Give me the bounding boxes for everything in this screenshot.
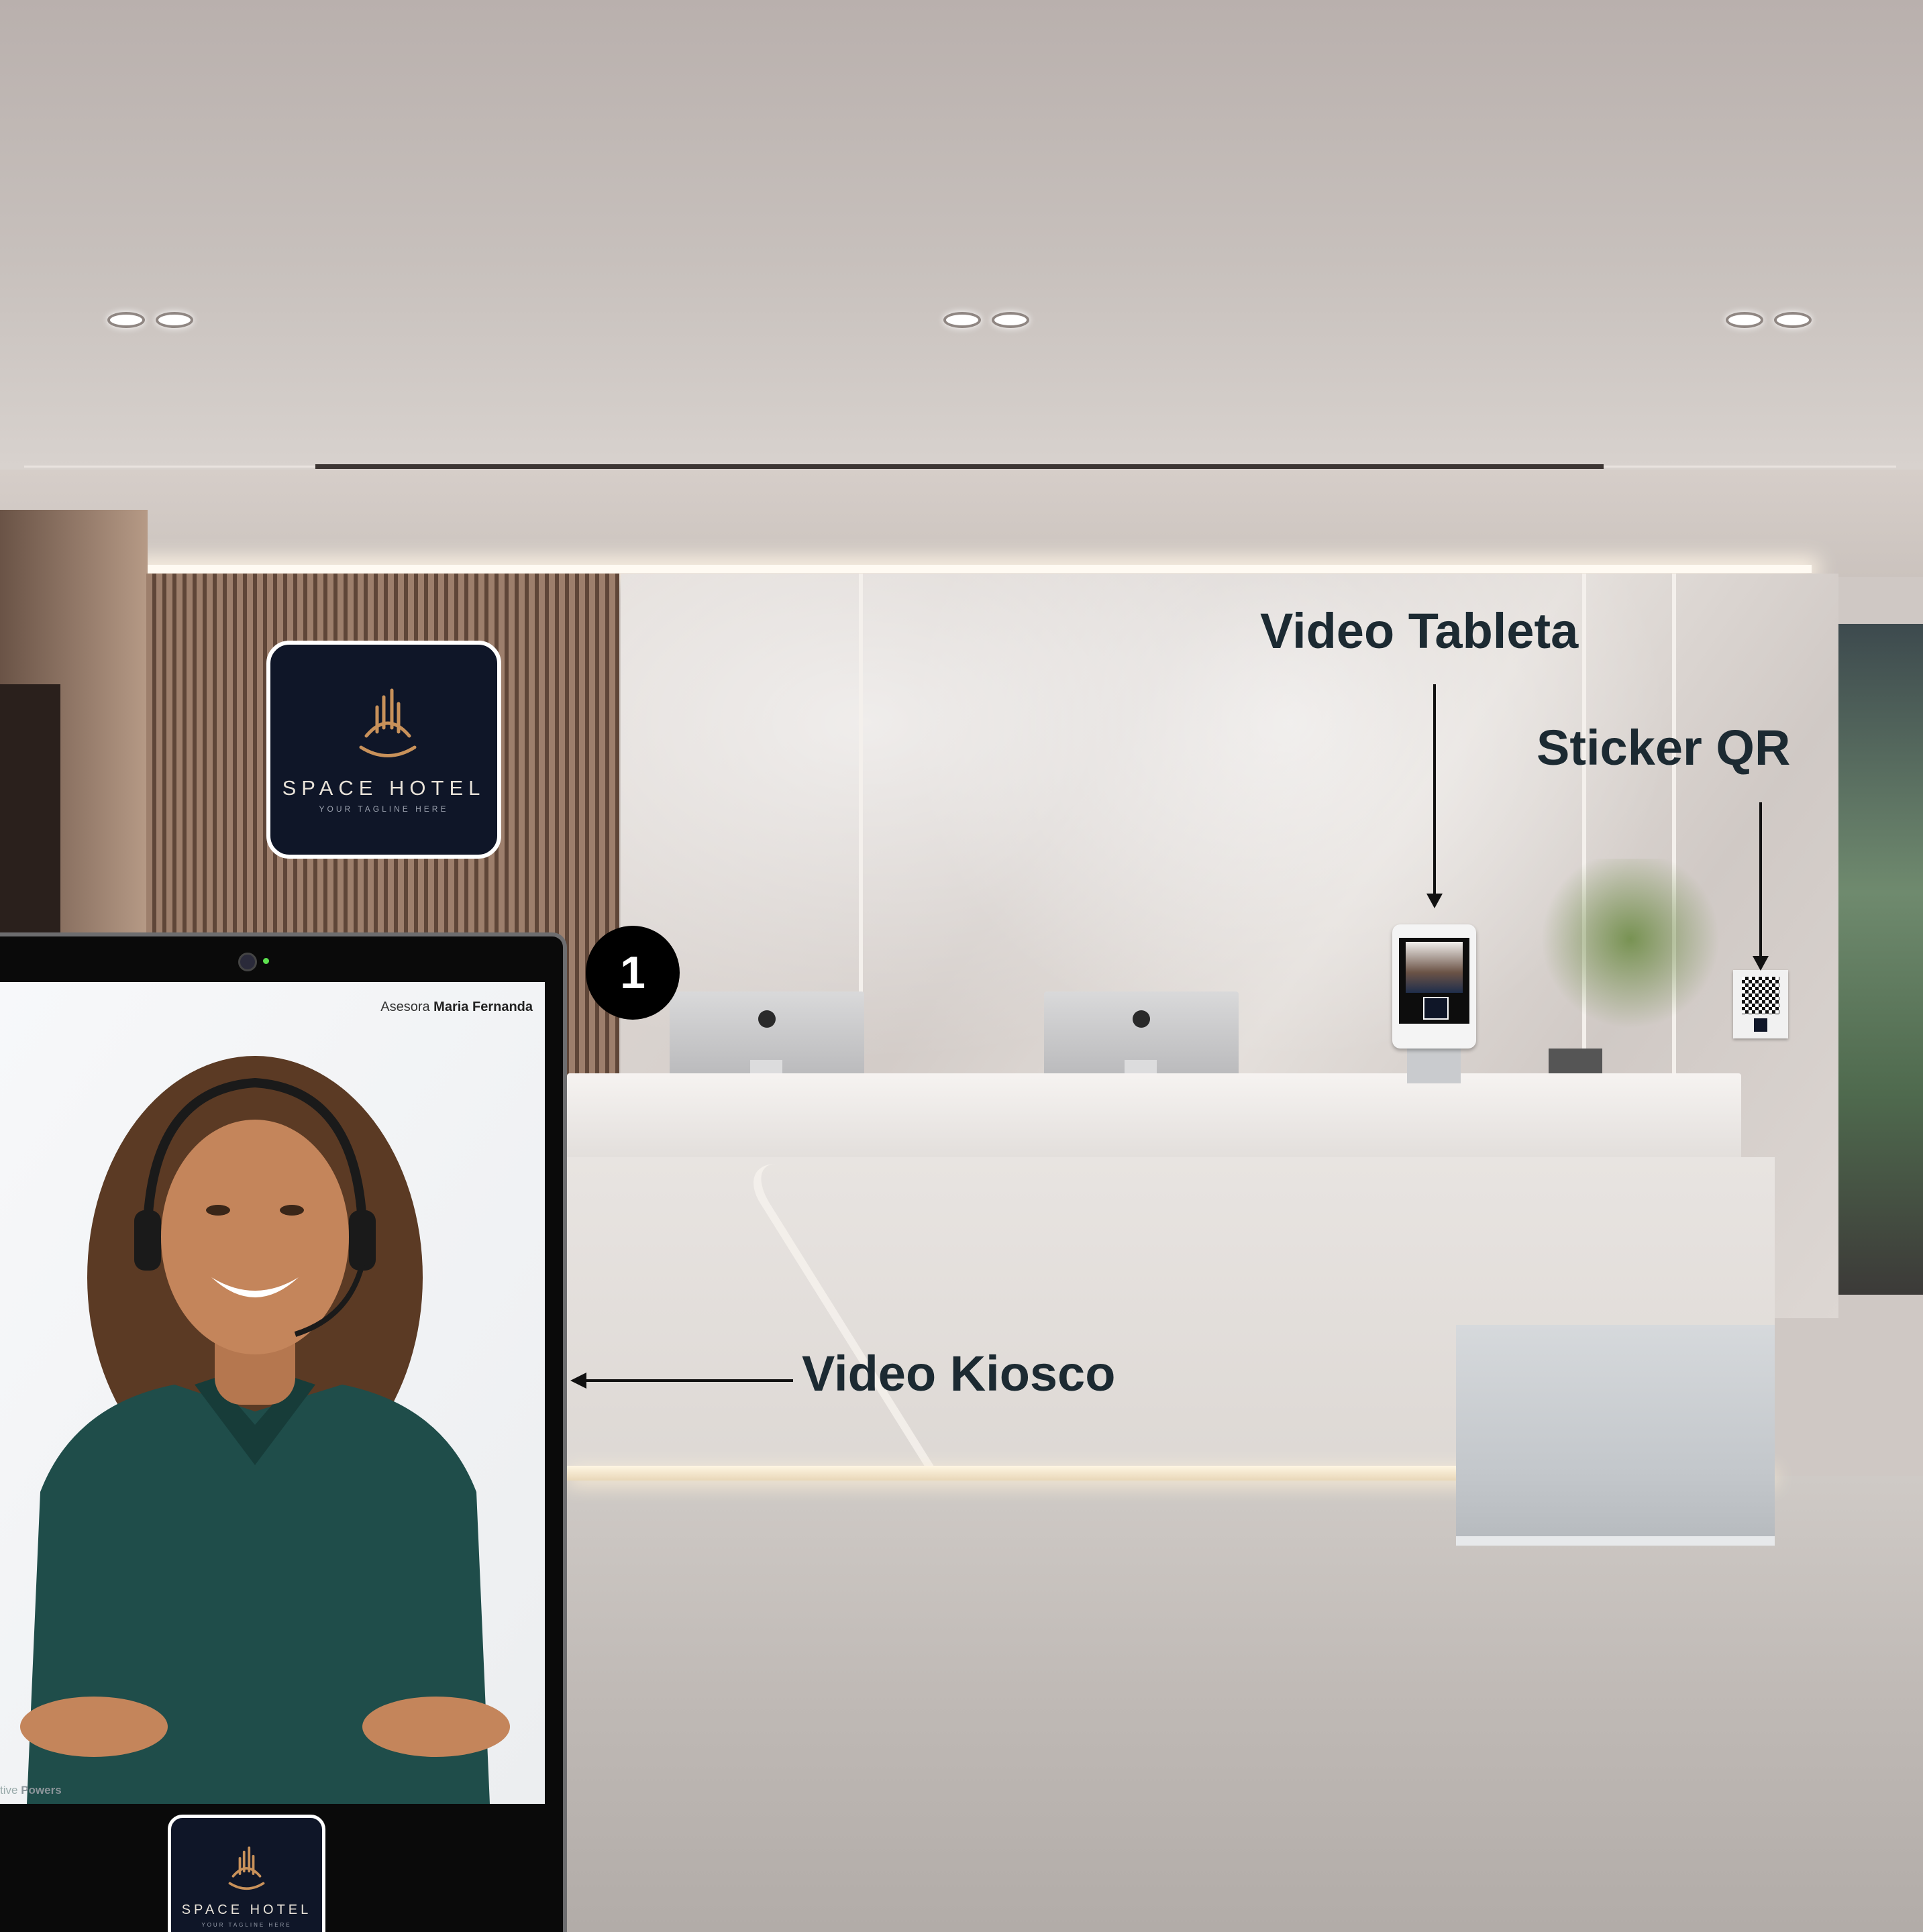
kiosk-hotel-logo: SPACE HOTEL YOUR TAGLINE HERE [168, 1815, 325, 1932]
video-kiosk[interactable]: Asesora Maria Fernanda tive Powers [0, 932, 567, 1932]
left-doorway [0, 684, 60, 953]
advisor-video-feed [0, 982, 545, 1804]
ceiling-cove [0, 470, 1923, 577]
video-tableta-label: Video Tableta [1260, 603, 1579, 659]
steel-desk-block [1456, 1325, 1775, 1546]
sticker-qr-label: Sticker QR [1537, 720, 1791, 775]
ceiling-light [1726, 312, 1763, 328]
apple-logo-icon [758, 1010, 776, 1028]
qr-hotel-logo-icon [1754, 1018, 1767, 1032]
ceiling-vent-slot [315, 464, 1604, 469]
video-kiosco-label: Video Kiosco [802, 1346, 1116, 1401]
reception-desk-top [567, 1073, 1741, 1161]
plant [1523, 859, 1738, 1060]
advisor-prefix: Asesora [380, 1000, 430, 1014]
hotel-wall-logo: SPACE HOTEL YOUR TAGLINE HERE [266, 641, 501, 859]
hotel-lobby-scene: SPACE HOTEL YOUR TAGLINE HERE Asesora Ma… [0, 0, 1923, 1932]
kiosk-screen[interactable]: Asesora Maria Fernanda tive Powers [0, 982, 545, 1804]
powered-by-label: tive Powers [0, 1784, 62, 1797]
hotel-tagline: YOUR TAGLINE HERE [319, 804, 449, 814]
tablet-hotel-logo-icon [1423, 997, 1449, 1020]
camera-icon [238, 953, 257, 971]
kiosk-arrow-head [570, 1373, 586, 1389]
qr-code-icon [1742, 977, 1779, 1014]
kiosk-hotel-name: SPACE HOTEL [181, 1902, 312, 1917]
qr-arrow-head [1753, 956, 1769, 971]
video-tablet[interactable] [1392, 924, 1476, 1049]
ceiling-light [943, 312, 981, 328]
qr-arrow-line [1759, 802, 1762, 963]
qr-sticker[interactable] [1733, 970, 1788, 1038]
hotel-logo-icon [228, 1846, 265, 1890]
tablet-arrow-line [1433, 684, 1436, 899]
lobby-window [1838, 624, 1923, 1295]
ceiling-light [1774, 312, 1812, 328]
tablet-agent-photo [1406, 942, 1463, 993]
ceiling-light [156, 312, 193, 328]
apple-logo-icon [1133, 1010, 1150, 1028]
tablet-stand [1407, 1046, 1461, 1083]
ceiling-light [992, 312, 1029, 328]
advisor-label: Asesora Maria Fernanda [380, 1000, 533, 1015]
hotel-logo-icon [359, 688, 417, 757]
step-badge: 1 [586, 926, 680, 1020]
powered-prefix: tive [0, 1784, 18, 1796]
powered-brand: Powers [21, 1784, 62, 1796]
camera-led [263, 958, 269, 964]
kiosk-hotel-tagline: YOUR TAGLINE HERE [201, 1922, 292, 1928]
ceiling-light [107, 312, 145, 328]
tablet-screen [1399, 938, 1469, 1024]
hotel-name: SPACE HOTEL [282, 776, 486, 800]
cove-light [134, 565, 1812, 573]
tablet-arrow-head [1426, 894, 1443, 908]
kiosk-arrow-line [585, 1379, 793, 1382]
ceiling [0, 0, 1923, 470]
advisor-name: Maria Fernanda [433, 1000, 533, 1014]
